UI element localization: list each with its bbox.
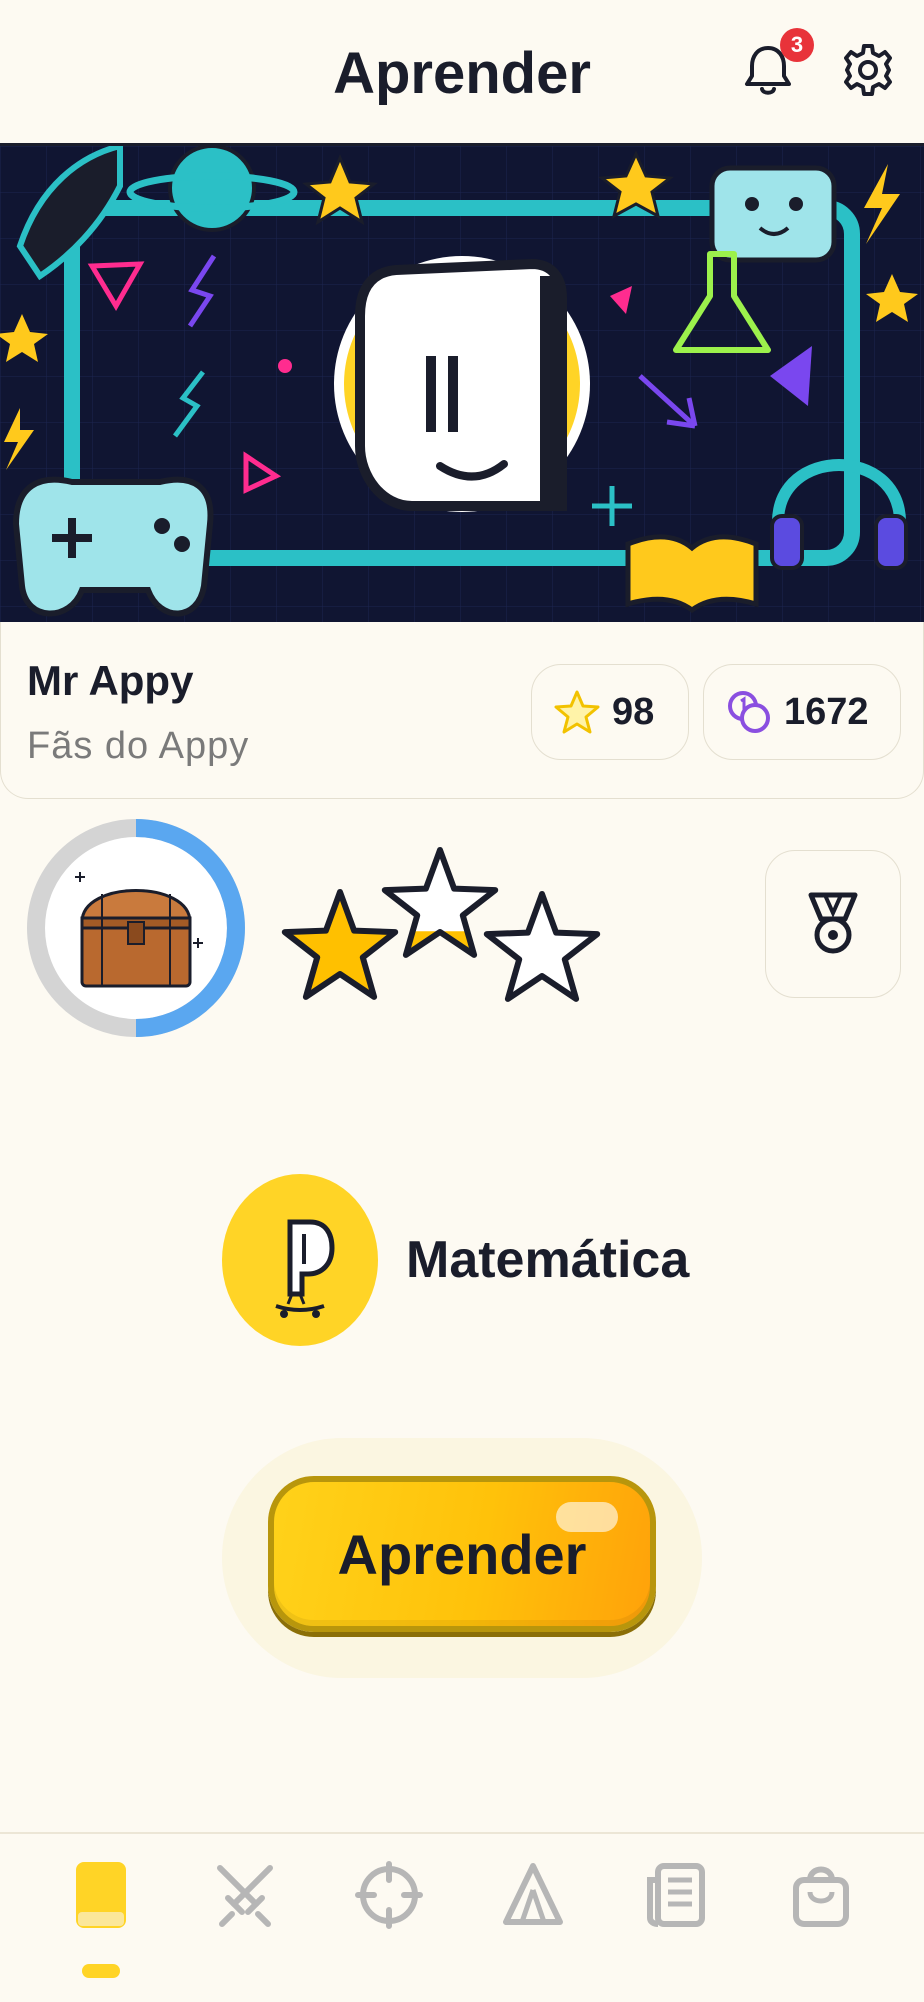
book-icon	[76, 1862, 126, 1928]
nav-battle[interactable]	[210, 1860, 280, 1930]
nav-news[interactable]	[642, 1860, 712, 1930]
subject-name: Matemática	[406, 1231, 690, 1289]
coins-value: 1672	[784, 691, 869, 733]
profile-banner	[0, 146, 924, 622]
subject-avatar[interactable]	[222, 1174, 378, 1346]
settings-button[interactable]	[838, 40, 898, 100]
achievements-button[interactable]	[765, 850, 901, 998]
learn-button[interactable]: Aprender	[268, 1476, 656, 1632]
profile-group: Fãs do Appy	[27, 725, 250, 767]
nav-learn[interactable]	[66, 1860, 136, 1930]
tent-icon	[503, 1863, 563, 1925]
progress-star-3	[483, 891, 601, 1002]
progress-star-1	[281, 889, 399, 1000]
chest-progress[interactable]	[22, 814, 250, 1042]
active-tab-indicator	[82, 1964, 120, 1978]
medal-icon	[808, 892, 858, 954]
progress-star-2	[381, 847, 499, 958]
profile-card[interactable]: Mr Appy Fãs do Appy 98 1672	[0, 622, 924, 799]
coins-counter[interactable]: 1672	[703, 664, 901, 760]
gear-icon	[844, 44, 892, 96]
top-bar: Aprender 3	[0, 0, 924, 146]
mascot-skateboard-icon	[275, 1219, 335, 1318]
news-icon	[647, 1863, 705, 1927]
swords-icon	[217, 1865, 273, 1927]
nav-shop[interactable]	[786, 1860, 856, 1930]
shop-bag-icon	[793, 1866, 849, 1927]
lesson-stars	[280, 830, 700, 1030]
crosshair-icon	[355, 1861, 423, 1929]
learn-button-label: Aprender	[337, 1523, 587, 1586]
notification-badge: 3	[780, 28, 814, 62]
nav-camp[interactable]	[498, 1860, 568, 1930]
stars-value: 98	[612, 691, 655, 733]
bottom-navigation	[0, 1832, 924, 2002]
profile-name: Mr Appy	[27, 657, 194, 704]
nav-challenges[interactable]	[354, 1860, 424, 1930]
stars-counter[interactable]: 98	[531, 664, 689, 760]
star-icon	[554, 690, 600, 734]
coins-icon	[728, 691, 770, 733]
